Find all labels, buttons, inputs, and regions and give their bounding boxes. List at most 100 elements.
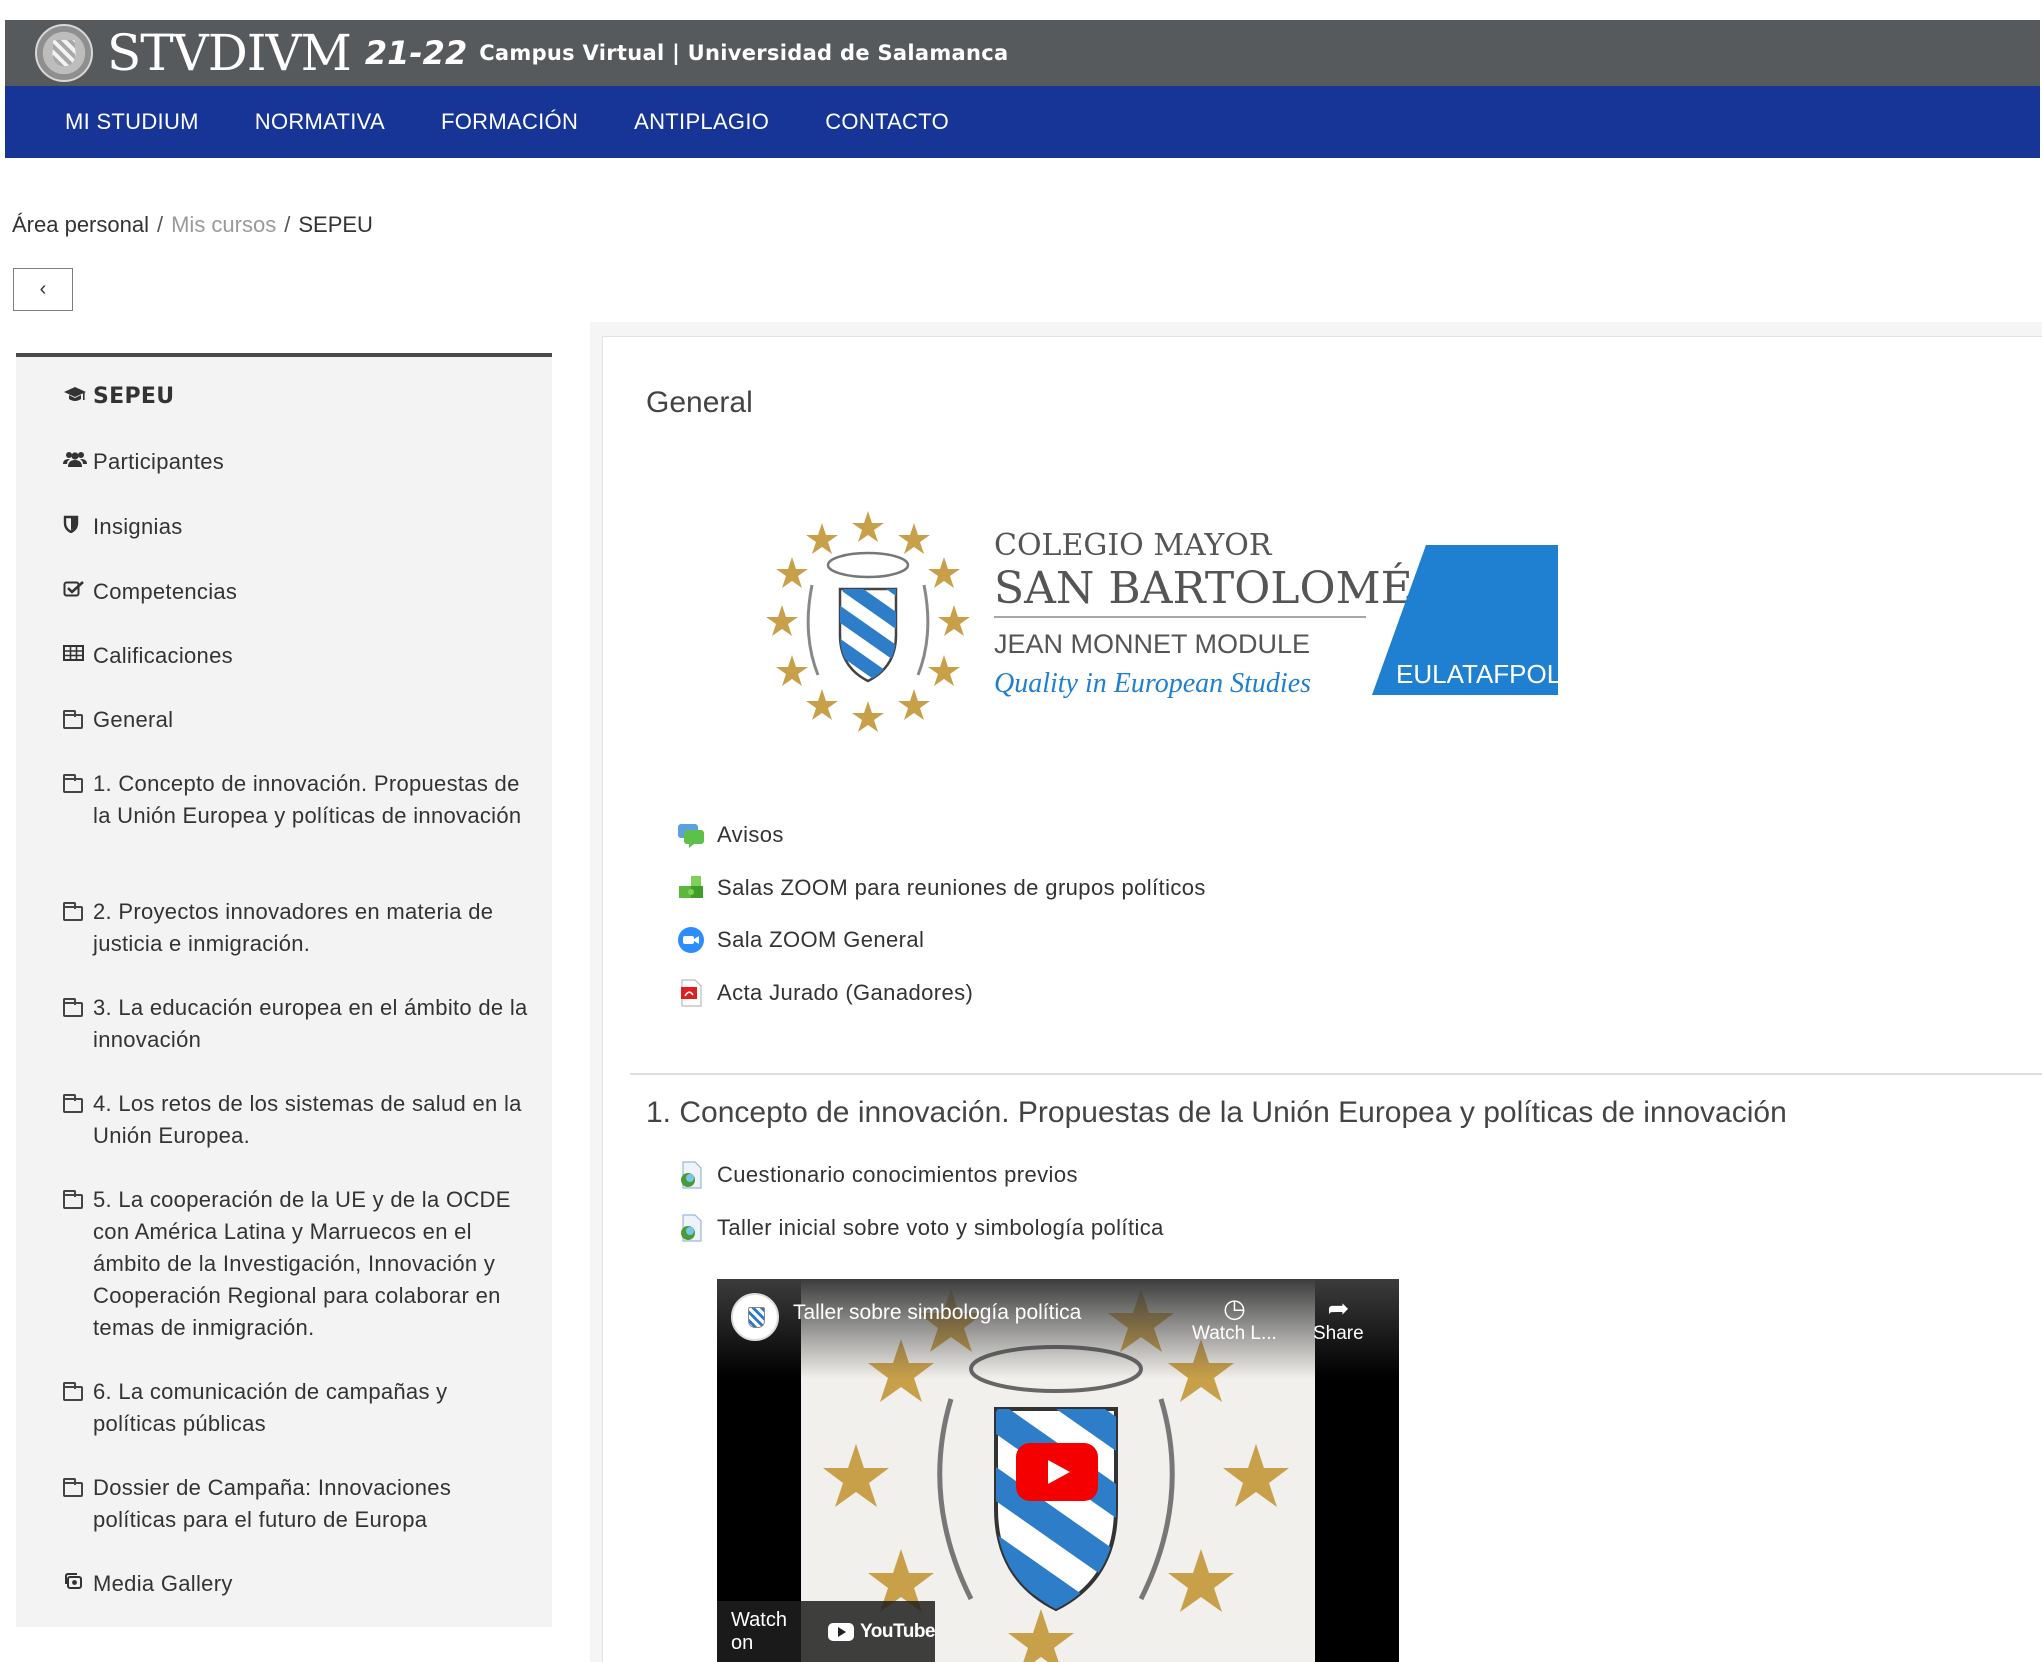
logo-line-3: JEAN MONNET MODULE [994,629,1310,659]
folder-icon [63,710,83,729]
activity-label: Taller inicial sobre voto y simbología p… [717,1215,1164,1240]
nav-item-normativa[interactable]: NORMATIVA [255,109,385,135]
activity-salas-zoom-grupos[interactable]: Salas ZOOM para reuniones de grupos polí… [676,873,1206,903]
feedback-icon [676,1160,706,1190]
nav-item-antiplagio[interactable]: ANTIPLAGIO [634,109,769,135]
puzzle-icon [676,873,706,903]
sidebar-item-section-2[interactable]: 2. Proyectos innovadores en materia de j… [63,896,533,960]
gallery-icon [63,1568,93,1600]
folder-icon [63,902,83,921]
brand-wordmark[interactable]: STVDIVM [107,28,352,78]
brand-subtitle: Campus Virtual | Universidad de Salamanc… [479,41,1009,65]
users-icon [63,446,93,478]
youtube-wordmark: YouTube [860,1620,935,1642]
brand-year: 21-22 [364,34,468,72]
nav-item-contacto[interactable]: CONTACTO [825,109,949,135]
video-title[interactable]: Taller sobre simbología política [793,1301,1081,1325]
university-seal-logo[interactable] [35,24,93,82]
logo-line-2: SAN BARTOLOMÉ [994,561,1413,614]
activity-label: Avisos [717,822,784,847]
folder-icon [63,998,83,1017]
folder-icon [63,1190,83,1209]
breadcrumb-area-personal[interactable]: Área personal [12,212,149,237]
sidebar-item-sepeu[interactable]: SEPEU [63,381,533,413]
breadcrumb-sepeu[interactable]: SEPEU [298,212,373,237]
sidebar-item-section-6[interactable]: 6. La comunicación de campañas y polític… [63,1376,533,1440]
sidebar-item-label: Competencias [93,579,238,604]
activity-cuestionario[interactable]: Cuestionario conocimientos previos [676,1160,1078,1190]
section-title-general: General [646,386,753,419]
sidebar-item-dossier[interactable]: Dossier de Campaña: Innovaciones polític… [63,1472,533,1536]
course-index-sidebar: SEPEU Participantes Insignias Competenci… [16,353,552,1627]
activity-acta-jurado[interactable]: Acta Jurado (Ganadores) [676,978,973,1008]
activity-avisos[interactable]: Avisos [676,820,784,850]
video-header-gradient [717,1279,1399,1379]
checkbox-icon [63,576,93,608]
folder-icon [63,1382,83,1401]
shield-icon [63,511,93,543]
channel-avatar[interactable] [731,1293,779,1341]
watch-on-label: Watch on [731,1608,787,1654]
sidebar-item-label: 3. La educación europea en el ámbito de … [93,995,528,1052]
sidebar-item-label: Calificaciones [93,643,233,668]
breadcrumb-separator: / [284,212,291,237]
forum-icon [676,820,706,850]
sidebar-item-label: Participantes [93,449,225,474]
section-title-1: 1. Concepto de innovación. Propuestas de… [646,1096,1787,1129]
breadcrumb: Área personal / Mis cursos / SEPEU [12,212,373,238]
logo-line-1: COLEGIO MAYOR [994,528,1273,563]
sidebar-item-label: 1. Concepto de innovación. Propuestas de… [93,771,522,828]
activity-label: Sala ZOOM General [717,927,925,952]
chevron-left-icon: ‹ [39,278,47,300]
sidebar-item-label: General [93,707,174,732]
watch-later-button[interactable]: ◷ Watch L... [1192,1293,1277,1345]
sidebar-item-competencias[interactable]: Competencias [63,576,533,608]
logo-line-4: Quality in European Studies [994,668,1311,699]
folder-icon [63,1094,83,1113]
section-divider [630,1073,2042,1075]
sidebar-item-label: SEPEU [93,384,175,409]
sidebar-item-media-gallery[interactable]: Media Gallery [63,1568,533,1600]
sidebar-item-label: Insignias [93,514,183,539]
sidebar-item-label: 5. La cooperación de la UE y de la OCDE … [93,1187,511,1340]
share-arrow-icon: ➦ [1327,1293,1350,1323]
youtube-play-icon [828,1622,855,1641]
watch-on-youtube-button[interactable]: Watch on YouTube [717,1601,935,1662]
sidebar-item-general[interactable]: General [63,704,533,739]
graduation-cap-icon [63,381,93,413]
sidebar-item-label: 6. La comunicación de campañas y polític… [93,1379,448,1436]
feedback-icon [676,1213,706,1243]
table-icon [63,640,93,672]
drawer-toggle-button[interactable]: ‹ [13,268,73,311]
nav-item-mi-studium[interactable]: MI STUDIUM [65,109,199,135]
sidebar-item-label: Dossier de Campaña: Innovaciones polític… [93,1475,452,1532]
sidebar-item-insignias[interactable]: Insignias [63,511,533,543]
nav-item-formacion[interactable]: FORMACIÓN [441,109,578,135]
brand-bar: STVDIVM 21-22 Campus Virtual | Universid… [5,20,2040,86]
sidebar-item-section-1[interactable]: 1. Concepto de innovación. Propuestas de… [63,768,533,832]
sidebar-item-section-5[interactable]: 5. La cooperación de la UE y de la OCDE … [63,1184,533,1344]
watch-later-label: Watch L... [1192,1323,1277,1344]
share-button[interactable]: ➦ Share [1313,1293,1364,1345]
zoom-camera-icon [676,925,706,955]
activity-label: Acta Jurado (Ganadores) [717,980,974,1005]
share-label: Share [1313,1323,1364,1344]
logo-badge-text: EULATAFPOL [1396,659,1561,689]
activity-sala-zoom-general[interactable]: Sala ZOOM General [676,925,924,955]
sidebar-item-label: 4. Los retos de los sistemas de salud en… [93,1091,522,1148]
clock-icon: ◷ [1223,1293,1246,1323]
activity-label: Salas ZOOM para reuniones de grupos polí… [717,875,1206,900]
activity-label: Cuestionario conocimientos previos [717,1162,1078,1187]
sidebar-item-section-3[interactable]: 3. La educación europea en el ámbito de … [63,992,533,1056]
breadcrumb-separator: / [156,212,164,237]
play-button[interactable] [1016,1443,1098,1501]
sidebar-item-calificaciones[interactable]: Calificaciones [63,640,533,672]
sidebar-item-participantes[interactable]: Participantes [63,446,533,478]
sidebar-item-section-4[interactable]: 4. Los retos de los sistemas de salud en… [63,1088,533,1152]
sidebar-item-label: Media Gallery [93,1571,233,1596]
folder-icon [63,1478,83,1497]
youtube-video-embed[interactable]: Taller sobre simbología política ◷ Watch… [717,1279,1399,1662]
activity-taller-inicial[interactable]: Taller inicial sobre voto y simbología p… [676,1213,1164,1243]
breadcrumb-mis-cursos[interactable]: Mis cursos [171,212,276,237]
main-nav: MI STUDIUM NORMATIVA FORMACIÓN ANTIPLAGI… [5,86,2040,158]
